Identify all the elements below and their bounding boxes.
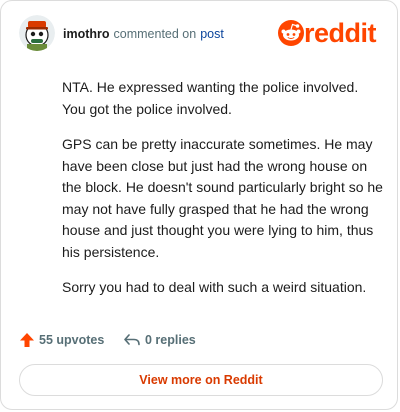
reddit-logo[interactable]: reddit [278, 17, 384, 49]
reddit-snoo-icon [278, 20, 304, 46]
comment-footer: 55 upvotes 0 replies [19, 331, 379, 351]
comment-header: imothro commented on post reddit [19, 15, 385, 55]
avatar-icon [19, 15, 55, 51]
comment-body: NTA. He expressed wanting the police inv… [62, 77, 384, 313]
upvote-count: 55 upvotes [39, 333, 105, 347]
upvote-button[interactable]: 55 upvotes [19, 331, 104, 349]
reply-arrow-icon [124, 334, 140, 346]
comment-meta: imothro commented on post [63, 26, 224, 42]
embed-card: imothro commented on post reddit NTA. He e… [0, 0, 398, 410]
reply-button[interactable]: 0 replies [123, 331, 196, 349]
post-link[interactable]: post [200, 27, 224, 41]
comment-paragraph: GPS can be pretty inaccurate sometimes. … [62, 136, 383, 260]
action-text: commented on [113, 27, 197, 41]
view-more-button[interactable]: View more on Reddit [19, 364, 383, 396]
upvote-arrow-icon [20, 333, 34, 347]
reddit-wordmark: reddit [304, 18, 377, 48]
comment-paragraph: Sorry you had to deal with such a weird … [62, 279, 367, 295]
reply-count: 0 replies [145, 333, 196, 347]
user-avatar[interactable] [19, 15, 55, 51]
username-link[interactable]: imothro [63, 27, 110, 41]
comment-paragraph: NTA. He expressed wanting the police inv… [62, 79, 359, 117]
